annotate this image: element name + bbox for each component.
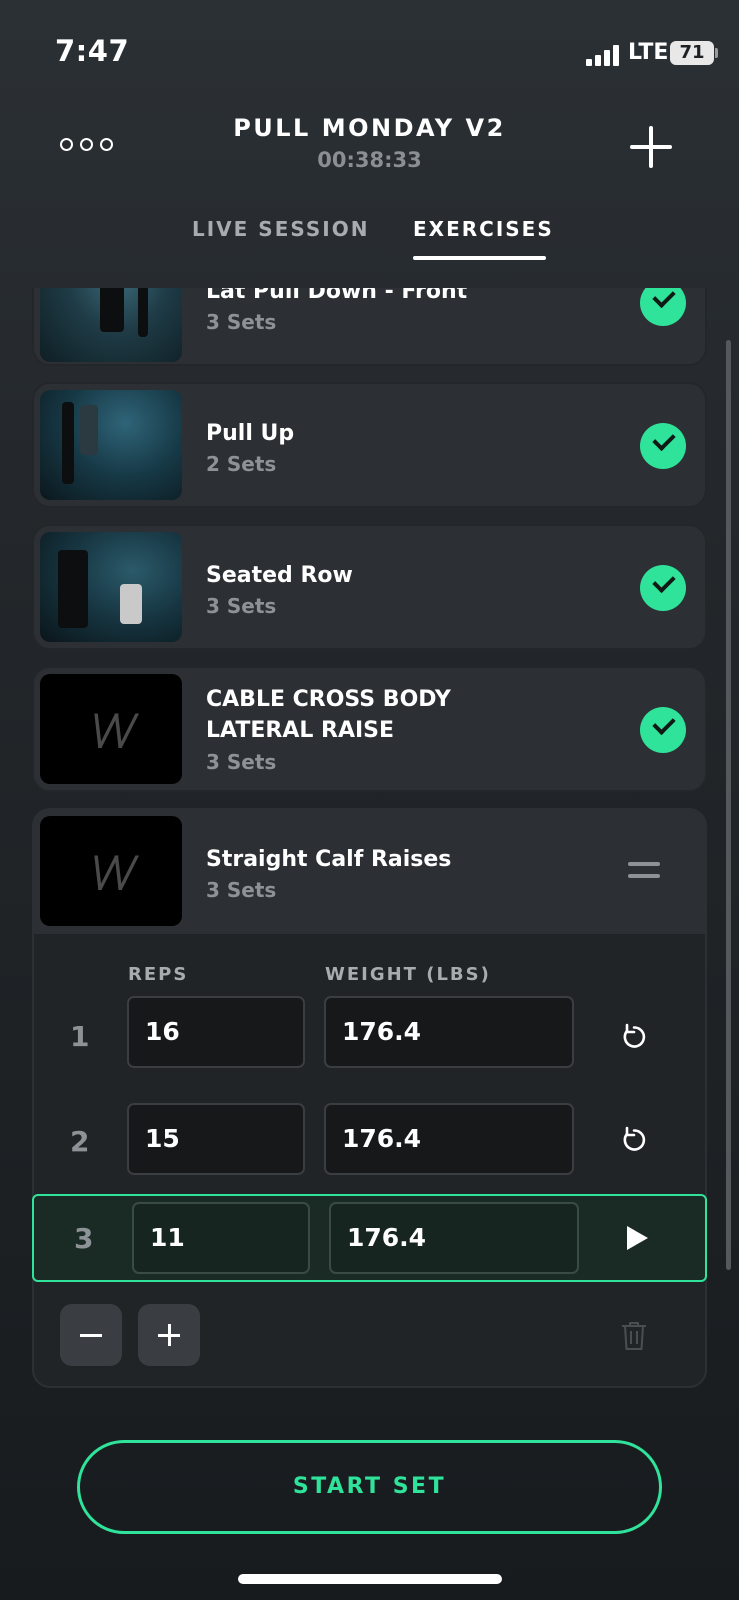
completed-check-icon: [640, 565, 686, 611]
battery-cap: [715, 48, 718, 58]
exercise-thumbnail: [40, 288, 182, 362]
exercise-name: Pull Up: [206, 421, 295, 446]
play-icon[interactable]: [627, 1226, 648, 1250]
placeholder-logo-thumbnail: \/\/: [40, 674, 182, 784]
reps-input[interactable]: 11: [132, 1202, 310, 1274]
status-time: 7:47: [55, 34, 130, 68]
home-indicator[interactable]: [238, 1574, 502, 1584]
set-number: 2: [70, 1125, 90, 1158]
exercise-list[interactable]: Lat Pull Down - Front 3 Sets Pull Up 2 S…: [0, 288, 739, 1388]
active-set-row[interactable]: 3 11 176.4: [32, 1194, 707, 1282]
exercise-name: Lat Pull Down - Front: [206, 288, 468, 304]
start-set-button[interactable]: START SET: [77, 1440, 662, 1534]
redo-set-icon[interactable]: [619, 1022, 649, 1052]
completed-check-icon: [640, 423, 686, 469]
drag-handle-icon[interactable]: [628, 862, 660, 880]
exercise-name: Straight Calf Raises: [206, 847, 452, 872]
exercise-sets: 3 Sets: [206, 878, 277, 902]
tab-live-session[interactable]: LIVE SESSION: [192, 217, 369, 241]
exercise-card-expanded[interactable]: \/\/ Straight Calf Raises 3 Sets REPS WE…: [32, 808, 707, 1388]
reps-header: REPS: [128, 964, 189, 985]
exercise-sets: 3 Sets: [206, 594, 277, 618]
network-label: LTE: [628, 40, 669, 65]
trash-icon[interactable]: [620, 1320, 648, 1352]
set-number: 1: [70, 1020, 90, 1053]
redo-set-icon[interactable]: [619, 1125, 649, 1155]
reps-input[interactable]: 16: [127, 996, 305, 1068]
exercise-thumbnail: [40, 390, 182, 500]
remove-set-button[interactable]: [60, 1304, 122, 1366]
exercise-card[interactable]: Pull Up 2 Sets: [32, 382, 707, 508]
add-set-button[interactable]: [138, 1304, 200, 1366]
completed-check-icon: [640, 707, 686, 753]
reps-input[interactable]: 15: [127, 1103, 305, 1175]
weight-header: WEIGHT (LBS): [325, 964, 491, 985]
sets-panel: REPS WEIGHT (LBS) 1 16 176.4 2 15 176.4 …: [32, 934, 707, 1386]
tab-exercises[interactable]: EXERCISES: [413, 217, 554, 241]
exercise-thumbnail: [40, 532, 182, 642]
exercise-sets: 2 Sets: [206, 452, 277, 476]
weight-input[interactable]: 176.4: [329, 1202, 579, 1274]
battery-icon: 71: [670, 41, 714, 65]
exercise-sets: 3 Sets: [206, 310, 277, 334]
exercise-name-line2: LATERAL RAISE: [206, 718, 395, 743]
signal-icon: [586, 44, 620, 66]
weight-input[interactable]: 176.4: [324, 996, 574, 1068]
app-logo: \/\/: [90, 846, 136, 896]
completed-check-icon: [640, 288, 686, 326]
weight-input[interactable]: 176.4: [324, 1103, 574, 1175]
exercise-name: Seated Row: [206, 563, 353, 588]
exercise-name: CABLE CROSS BODY: [206, 687, 451, 712]
exercise-card[interactable]: \/\/ CABLE CROSS BODY LATERAL RAISE 3 Se…: [32, 666, 707, 792]
exercise-card[interactable]: Lat Pull Down - Front 3 Sets: [32, 288, 707, 366]
exercise-sets: 3 Sets: [206, 750, 277, 774]
active-tab-indicator: [413, 256, 546, 260]
scrollbar[interactable]: [726, 340, 731, 1270]
placeholder-logo-thumbnail: \/\/: [40, 816, 182, 926]
app-logo: \/\/: [90, 704, 136, 754]
add-exercise-button[interactable]: [628, 124, 674, 170]
set-number: 3: [74, 1222, 94, 1255]
exercise-card[interactable]: Seated Row 3 Sets: [32, 524, 707, 650]
status-bar: 7:47 LTE 71: [0, 0, 739, 100]
